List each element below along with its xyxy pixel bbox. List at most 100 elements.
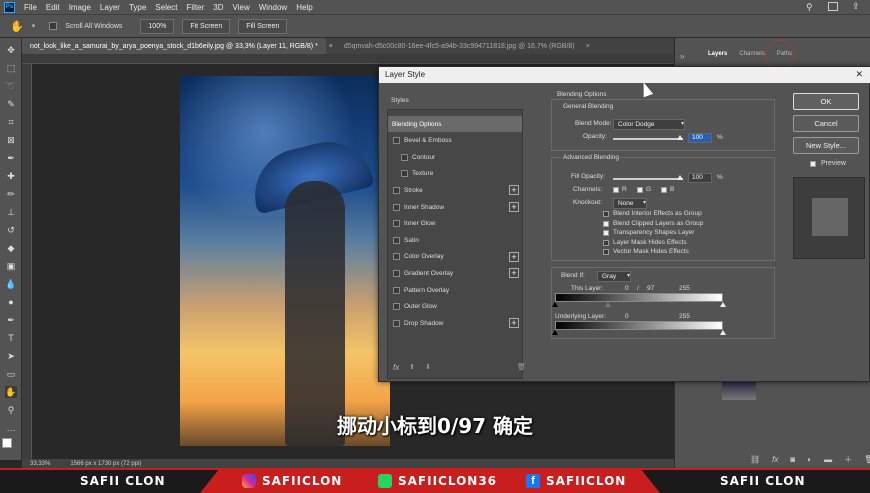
style-item[interactable]: Gradient Overlay + [388, 265, 522, 281]
menu-view[interactable]: View [233, 3, 250, 12]
hand-tool-panel-icon[interactable]: ✋ [5, 386, 17, 398]
this-layer-split-knob[interactable] [605, 302, 611, 307]
style-checkbox[interactable] [393, 253, 400, 261]
style-item[interactable]: Blending Options [388, 116, 522, 132]
fill-opacity-slider-knob[interactable] [677, 175, 683, 180]
style-checkbox[interactable] [393, 203, 400, 211]
style-item[interactable]: Stroke + [388, 182, 522, 198]
document-image[interactable] [180, 76, 390, 446]
add-effect-icon[interactable]: + [509, 185, 519, 196]
trash-icon[interactable]: 🗑 [864, 455, 870, 464]
menu-file[interactable]: File [24, 3, 37, 12]
adjustment-icon[interactable]: ◐ [807, 455, 812, 464]
new-layer-icon[interactable]: ＋ [844, 454, 852, 465]
style-checkbox[interactable] [393, 319, 400, 327]
brush-tool-icon[interactable]: ✏ [5, 188, 17, 200]
quick-select-tool-icon[interactable]: ✎ [5, 98, 17, 110]
close-tab-icon[interactable]: × [326, 43, 336, 50]
lasso-tool-icon[interactable]: ➰ [5, 80, 17, 92]
fill-opacity-input[interactable]: 100 [688, 173, 712, 183]
style-checkbox[interactable] [393, 236, 400, 244]
folder-icon[interactable]: ▬ [824, 455, 832, 464]
pen-tool-icon[interactable]: ✒ [5, 314, 17, 326]
style-item[interactable]: Outer Glow [388, 299, 522, 315]
path-select-tool-icon[interactable]: ➤ [5, 350, 17, 362]
ok-button[interactable]: OK [793, 93, 859, 110]
style-item[interactable]: Satin [388, 232, 522, 248]
advanced-option-checkbox[interactable] [603, 249, 609, 256]
channel-r-checkbox[interactable] [613, 187, 619, 193]
scroll-all-checkbox[interactable] [49, 22, 58, 30]
menu-layer[interactable]: Layer [100, 3, 120, 12]
tab-document-inactive[interactable]: d5qmvah-d5c00c80-16ee-4fc5-a94b-33c99471… [336, 38, 583, 54]
add-effect-icon[interactable]: + [509, 202, 519, 212]
eyedropper-tool-icon[interactable]: ✒ [5, 152, 17, 164]
channel-g-checkbox[interactable] [637, 187, 643, 193]
style-item[interactable]: Contour [388, 149, 522, 165]
fill-opacity-slider[interactable] [613, 178, 683, 180]
crop-tool-icon[interactable]: ⌗ [5, 116, 17, 128]
advanced-option-checkbox[interactable] [603, 239, 609, 246]
fx-menu-icon[interactable]: fx [393, 363, 399, 372]
close-icon[interactable]: ✕ [855, 69, 863, 80]
chevron-down-icon[interactable]: ▾ [32, 22, 36, 30]
menu-image[interactable]: Image [69, 3, 91, 12]
add-effect-icon[interactable]: + [509, 251, 519, 262]
blend-if-select[interactable]: Gray [597, 271, 631, 282]
menu-select[interactable]: Select [155, 3, 177, 12]
style-item[interactable]: Drop Shadow + [388, 315, 522, 331]
move-tool-icon[interactable]: ✥ [5, 44, 17, 56]
this-layer-white-knob[interactable] [720, 302, 726, 307]
type-tool-icon[interactable]: T [5, 332, 17, 344]
fx-icon[interactable]: fx [772, 455, 778, 464]
history-brush-icon[interactable]: ↺ [5, 224, 17, 236]
blend-mode-select[interactable]: Color Dodge [613, 119, 685, 130]
photoshop-logo-icon[interactable]: Ps [4, 1, 15, 13]
move-up-icon[interactable]: ⬆ [409, 363, 415, 371]
menu-filter[interactable]: Filter [187, 3, 205, 12]
zoom-100-button[interactable]: 100% [140, 18, 175, 34]
new-style-button[interactable]: New Style... [793, 137, 859, 154]
zoom-tool-icon[interactable]: ⚲ [5, 404, 17, 416]
cancel-button[interactable]: Cancel [793, 115, 859, 132]
style-item[interactable]: Inner Shadow + [388, 199, 522, 215]
style-checkbox[interactable] [393, 286, 400, 294]
advanced-option-checkbox[interactable] [603, 230, 609, 237]
stamp-tool-icon[interactable]: ⊥ [5, 206, 17, 218]
advanced-option-checkbox[interactable] [603, 211, 609, 217]
this-layer-gradient[interactable] [555, 293, 723, 302]
dodge-tool-icon[interactable]: ● [5, 296, 17, 308]
shape-tool-icon[interactable]: ▭ [5, 368, 17, 380]
opacity-input[interactable]: 100 [688, 133, 712, 143]
marquee-tool-icon[interactable]: ⬚ [5, 62, 17, 74]
eraser-tool-icon[interactable]: ◆ [5, 242, 17, 254]
add-effect-icon[interactable]: + [509, 268, 519, 279]
share-icon[interactable]: ⇪ [852, 1, 860, 12]
fill-screen-button[interactable]: Fill Screen [238, 18, 288, 34]
advanced-option-checkbox[interactable] [603, 220, 609, 227]
menu-window[interactable]: Window [259, 3, 287, 12]
style-checkbox[interactable] [401, 170, 408, 178]
add-effect-icon[interactable]: + [509, 318, 519, 329]
workspace-icon[interactable] [828, 2, 838, 11]
healing-tool-icon[interactable]: ✚ [5, 170, 17, 182]
dialog-title[interactable]: Layer Style [379, 67, 870, 83]
style-item[interactable]: Texture [388, 166, 522, 182]
channel-b-checkbox[interactable] [661, 187, 667, 193]
opacity-slider[interactable] [613, 138, 683, 140]
menu-3d[interactable]: 3D [213, 3, 223, 12]
opacity-slider-knob[interactable] [677, 135, 683, 140]
blur-tool-icon[interactable]: 💧 [5, 278, 17, 290]
close-tab-icon[interactable]: × [583, 43, 593, 50]
hand-tool-icon[interactable]: ✋ [10, 20, 24, 33]
style-checkbox[interactable] [393, 220, 400, 228]
link-layers-icon[interactable]: ⛓ [750, 455, 760, 464]
this-layer-black-knob[interactable] [552, 302, 558, 307]
knockout-select[interactable]: None [613, 198, 647, 209]
gradient-tool-icon[interactable]: ▣ [5, 260, 17, 272]
style-checkbox[interactable] [393, 137, 400, 145]
menu-edit[interactable]: Edit [46, 3, 60, 12]
style-checkbox[interactable] [393, 186, 400, 194]
underlying-black-knob[interactable] [552, 330, 558, 335]
foreground-color-swatch[interactable] [2, 438, 12, 448]
